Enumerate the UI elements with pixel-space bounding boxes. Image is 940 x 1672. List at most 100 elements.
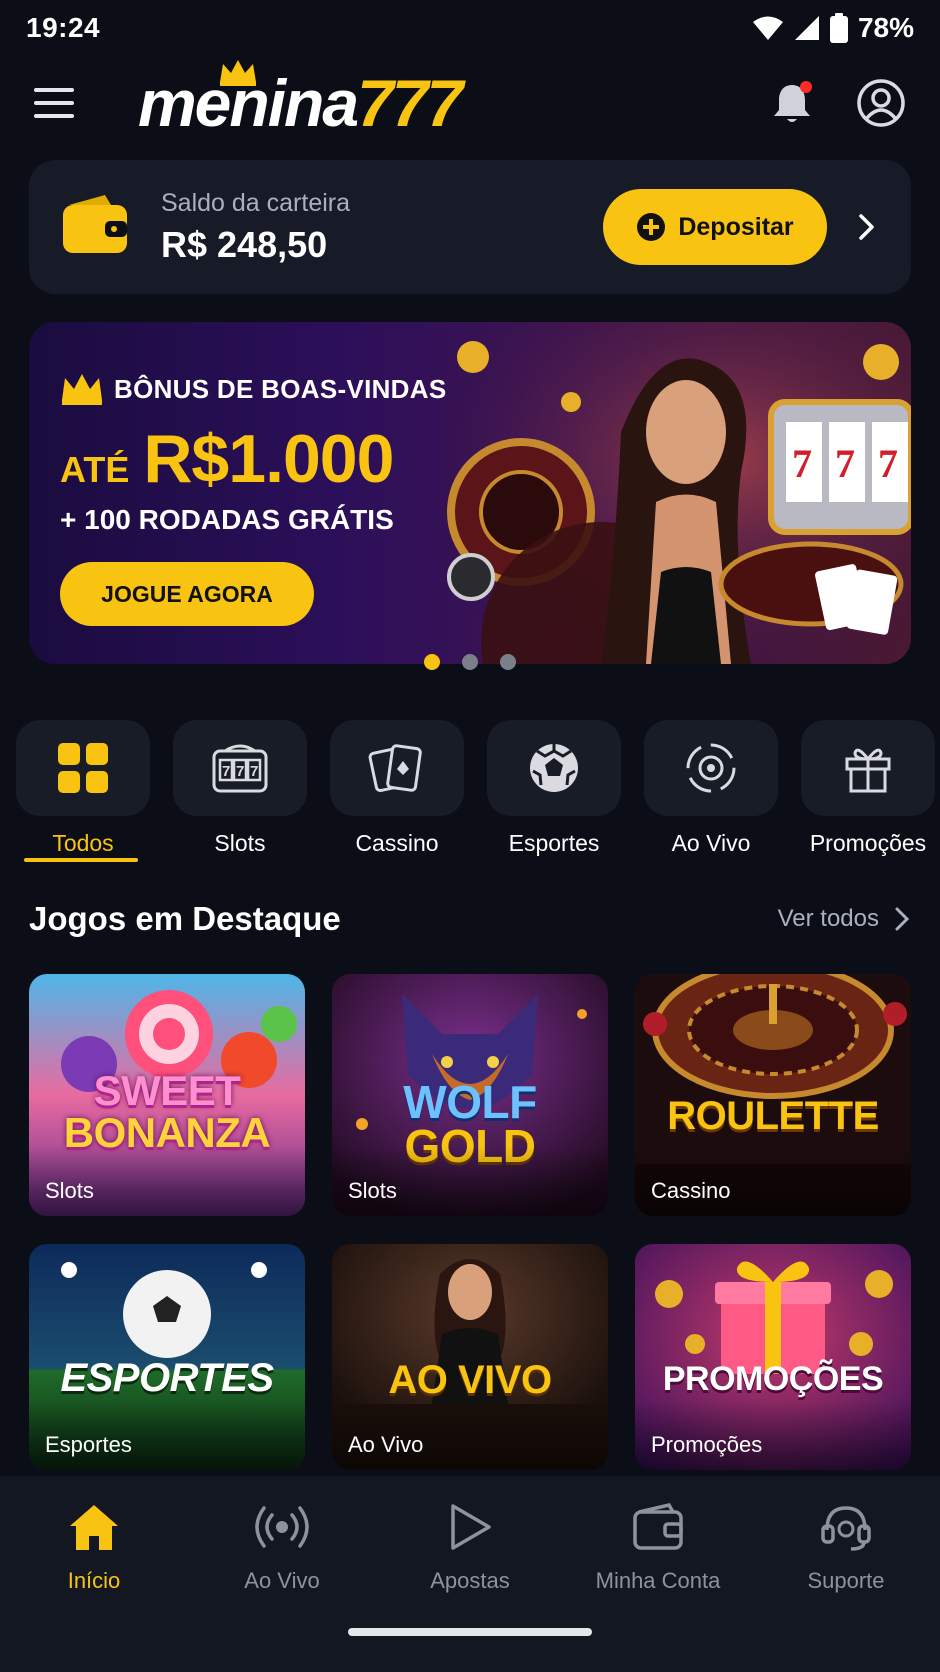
category-tab-ao-vivo[interactable]: Ao Vivo xyxy=(644,720,778,857)
category-icon-box xyxy=(487,720,621,816)
play-icon xyxy=(451,1504,491,1550)
category-icon-box: 777 xyxy=(173,720,307,816)
category-icon-box xyxy=(644,720,778,816)
game-card-esportes[interactable]: ESPORTES Esportes xyxy=(29,1244,305,1470)
grid-icon xyxy=(58,743,108,793)
nav-label: Suporte xyxy=(807,1568,885,1593)
cards-icon xyxy=(368,744,422,793)
home-indicator[interactable] xyxy=(348,1628,592,1636)
plus-circle-icon xyxy=(637,213,666,241)
section-title: Jogos em Destaque xyxy=(29,900,341,937)
carousel-dot[interactable] xyxy=(462,654,478,670)
deposit-button[interactable]: Depositar xyxy=(603,189,827,265)
svg-text:7: 7 xyxy=(792,441,812,486)
game-card-ao-vivo[interactable]: AO VIVO Ao Vivo xyxy=(332,1244,608,1470)
crown-icon xyxy=(62,374,102,405)
game-title: PROMOÇÕES xyxy=(662,1360,884,1398)
category-tab-slots[interactable]: 777 Slots xyxy=(173,720,307,857)
home-icon xyxy=(70,1505,118,1550)
banner-text: BÔNUS DE BOAS-VINDAS ATÉ R$1.000 + 100 R… xyxy=(60,372,446,626)
live-icon xyxy=(686,743,736,793)
wallet-card[interactable]: Saldo da carteira R$ 248,50 Depositar xyxy=(29,160,911,294)
promo-banner[interactable]: 7 7 7 BÔNUS DE BOAS-VINDAS ATÉ R$1.000 +… xyxy=(29,322,911,664)
profile-icon[interactable] xyxy=(856,78,906,128)
bonus-title-text: BÔNUS DE BOAS-VINDAS xyxy=(114,373,447,404)
game-title: ESPORTES xyxy=(60,1356,274,1400)
status-time: 19:24 xyxy=(26,12,101,43)
battery-percent: 78% xyxy=(857,12,914,43)
notification-badge xyxy=(800,81,812,93)
nav-icon-wrap xyxy=(253,1498,311,1556)
category-label: Esportes xyxy=(508,830,600,856)
banner-illustration: 7 7 7 xyxy=(441,322,911,664)
carousel-dot[interactable] xyxy=(424,654,440,670)
see-all-label: Ver todos xyxy=(777,905,879,932)
nav-item-suporte[interactable]: Suporte xyxy=(752,1498,940,1594)
see-all-link[interactable]: Ver todos xyxy=(778,905,911,933)
nav-label: Minha Conta xyxy=(595,1568,721,1593)
game-category: Promoções xyxy=(651,1432,763,1457)
header-actions xyxy=(768,78,906,128)
game-title-line: SWEET xyxy=(93,1067,241,1114)
category-icon-box xyxy=(16,720,150,816)
gift-icon xyxy=(845,748,891,793)
logo-text: menina777 xyxy=(138,65,463,141)
category-tab-esportes[interactable]: Esportes xyxy=(487,720,621,857)
chevron-right-icon[interactable] xyxy=(851,212,881,242)
bottom-nav: Início Ao Vivo Apostas Minha Conta Supor… xyxy=(0,1476,940,1672)
crown-icon xyxy=(220,60,256,86)
banner-free-spins: + 100 RODADAS GRÁTIS xyxy=(60,504,394,535)
carousel-dot[interactable] xyxy=(500,654,516,670)
game-card-wolf-gold[interactable]: WOLF GOLD Slots xyxy=(332,974,608,1216)
nav-icon-wrap xyxy=(817,1498,875,1556)
category-icon-box xyxy=(330,720,464,816)
carousel-dots xyxy=(0,654,940,670)
category-tab-promocoes[interactable]: Promoções xyxy=(801,720,935,857)
logo[interactable]: menina777 xyxy=(138,60,463,146)
category-tabs: Todos 777 Slots Cassino Esportes Ao Vivo… xyxy=(16,720,940,857)
nav-item-minha-conta[interactable]: Minha Conta xyxy=(564,1498,752,1594)
game-title: AO VIVO xyxy=(388,1358,552,1402)
nav-item-inicio[interactable]: Início xyxy=(0,1498,188,1594)
wifi-icon xyxy=(752,16,783,40)
category-label: Ao Vivo xyxy=(671,830,751,856)
play-now-button[interactable]: JOGUE AGORA xyxy=(60,562,314,626)
svg-text:7: 7 xyxy=(236,763,244,780)
menu-icon-bar xyxy=(34,101,74,105)
featured-games-grid: SWEET BONANZA Slots WOLF GOLD Slots xyxy=(29,974,911,1470)
svg-text:7: 7 xyxy=(835,441,855,486)
category-label: Todos xyxy=(52,830,114,856)
cell-signal-icon xyxy=(794,16,819,40)
chevron-right-icon xyxy=(895,907,910,931)
featured-header: Jogos em Destaque Ver todos xyxy=(29,900,911,938)
nav-icon-wrap xyxy=(629,1498,687,1556)
battery-icon xyxy=(829,13,848,43)
nav-label: Início xyxy=(67,1568,121,1593)
game-category: Ao Vivo xyxy=(348,1432,424,1457)
banner-amount: ATÉ R$1.000 xyxy=(60,420,446,498)
game-title: ROULETTE xyxy=(667,1094,879,1138)
menu-button[interactable] xyxy=(34,79,82,127)
status-bar: 19:24 78% xyxy=(0,0,940,56)
nav-icon-wrap xyxy=(441,1498,499,1556)
game-card-promocoes[interactable]: PROMOÇÕES Promoções xyxy=(635,1244,911,1470)
logo-text-gold: 777 xyxy=(357,66,463,140)
wallet-icon xyxy=(63,195,127,253)
game-category: Cassino xyxy=(651,1178,731,1203)
nav-label: Ao Vivo xyxy=(244,1568,320,1593)
category-tab-cassino[interactable]: Cassino xyxy=(330,720,464,857)
headset-icon xyxy=(821,1506,871,1551)
category-tab-todos[interactable]: Todos xyxy=(16,720,150,857)
notifications-button[interactable] xyxy=(768,79,816,127)
banner-bonus-title: BÔNUS DE BOAS-VINDAS xyxy=(60,372,446,406)
wallet-balance: R$ 248,50 xyxy=(161,223,328,265)
nav-item-ao-vivo[interactable]: Ao Vivo xyxy=(188,1498,376,1594)
category-label: Slots xyxy=(214,830,266,856)
nav-item-apostas[interactable]: Apostas xyxy=(376,1498,564,1594)
category-label: Promoções xyxy=(809,830,927,856)
game-card-sweet-bonanza[interactable]: SWEET BONANZA Slots xyxy=(29,974,305,1216)
menu-icon-bar xyxy=(34,88,74,92)
category-label: Cassino xyxy=(355,830,439,856)
svg-text:7: 7 xyxy=(222,763,230,780)
game-card-roulette[interactable]: ROULETTE Cassino xyxy=(635,974,911,1216)
